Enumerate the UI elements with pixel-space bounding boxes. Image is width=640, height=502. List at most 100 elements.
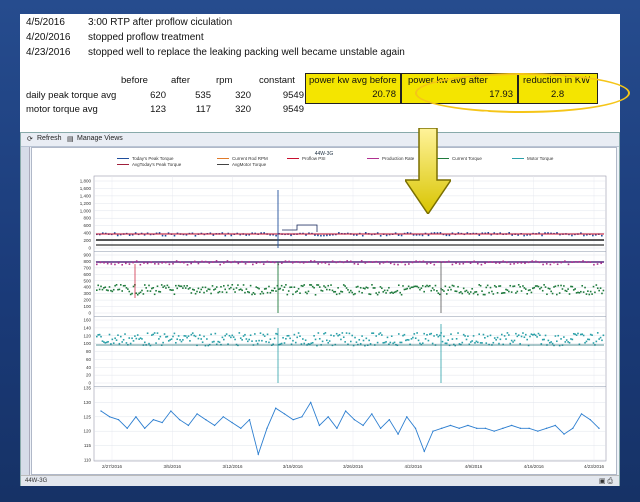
motor-torque-point xyxy=(199,334,201,336)
current-torque-point xyxy=(416,285,418,288)
motor-torque-series-point xyxy=(126,427,128,430)
motor-torque-point xyxy=(318,337,321,340)
motor-torque-point xyxy=(138,338,140,340)
current-torque-point xyxy=(396,289,399,292)
motor-torque-point xyxy=(393,341,396,344)
current-torque-point xyxy=(382,291,385,293)
motor-torque-point xyxy=(532,334,534,336)
y-tick-label: 160 xyxy=(83,318,91,323)
y-tick-label: 700 xyxy=(83,265,91,270)
current-torque-point xyxy=(532,287,534,290)
current-torque-point xyxy=(269,291,272,294)
motor-torque-point xyxy=(211,341,214,343)
motor-torque-point xyxy=(210,333,212,336)
current-torque-point xyxy=(359,286,362,289)
motor-torque-point xyxy=(450,333,452,335)
current-torque-point xyxy=(484,293,486,296)
motor-torque-point xyxy=(119,335,122,338)
motor-torque-point xyxy=(193,334,195,337)
production-point xyxy=(564,260,566,262)
motor-torque-point xyxy=(231,334,234,337)
motor-torque-series-point xyxy=(589,418,591,421)
motor-torque-point xyxy=(430,332,433,335)
production-point xyxy=(433,263,436,266)
current-torque-point xyxy=(310,284,313,286)
current-torque-point xyxy=(330,284,332,286)
motor-torque-point xyxy=(596,332,599,334)
current-torque-point xyxy=(149,290,152,292)
manage-views-icon[interactable]: ▤ xyxy=(67,135,74,143)
refresh-button[interactable]: Refresh xyxy=(37,135,62,142)
current-torque-point xyxy=(328,288,331,291)
current-torque-point xyxy=(481,290,483,292)
refresh-icon[interactable]: ⟳ xyxy=(27,135,33,143)
current-torque-point xyxy=(385,292,387,294)
motor-torque-point xyxy=(390,335,393,337)
current-torque-point xyxy=(258,287,260,290)
current-torque-point xyxy=(362,287,365,290)
manage-views-button[interactable]: Manage Views xyxy=(77,135,123,142)
motor-torque-series-point xyxy=(292,418,294,421)
motor-torque-point xyxy=(134,335,136,337)
current-torque-point xyxy=(524,288,527,290)
current-torque-point xyxy=(519,286,521,288)
current-torque-point xyxy=(558,292,561,294)
motor-torque-point xyxy=(330,334,332,337)
current-torque-point xyxy=(337,287,339,289)
current-torque-point xyxy=(176,287,179,290)
current-torque-point xyxy=(231,284,234,286)
motor-torque-series-point xyxy=(318,424,321,427)
motor-torque-point xyxy=(572,332,575,335)
motor-torque-point xyxy=(372,332,375,334)
motor-torque-point xyxy=(464,335,466,337)
motor-torque-series-point xyxy=(336,427,338,430)
motor-torque-point xyxy=(386,336,389,339)
current-torque-point xyxy=(324,286,327,289)
motor-torque-point xyxy=(381,334,383,336)
motor-torque-point xyxy=(358,338,361,341)
current-torque-point xyxy=(170,289,173,291)
y-tick-label: 1,200 xyxy=(80,201,92,206)
current-torque-point xyxy=(430,289,433,292)
motor-torque-series-point xyxy=(537,430,539,432)
current-torque-point xyxy=(556,293,558,296)
motor-torque-series-point xyxy=(187,424,190,427)
current-torque-point xyxy=(410,286,413,289)
motor-torque-point xyxy=(256,342,259,345)
motor-torque-point xyxy=(563,336,565,338)
motor-torque-point xyxy=(503,335,506,337)
peak-torque-point xyxy=(433,232,436,234)
note-text: stopped proflow treatment xyxy=(88,32,204,43)
motor-torque-point xyxy=(217,340,219,343)
production-point xyxy=(458,263,461,265)
motor-torque-point xyxy=(136,334,139,336)
current-torque-point xyxy=(472,292,475,295)
current-torque-point xyxy=(388,286,390,289)
current-torque-point xyxy=(194,292,197,295)
x-tick-label: 3/5/2016 xyxy=(163,464,181,469)
current-torque-point xyxy=(184,287,187,289)
export-icons[interactable]: ▣ ⎙ xyxy=(599,477,613,486)
current-torque-point xyxy=(450,288,452,291)
current-torque-point xyxy=(248,291,250,294)
side-panel-tab[interactable] xyxy=(21,147,30,475)
col-header-after: after xyxy=(171,75,191,86)
current-torque-point xyxy=(464,290,466,293)
current-torque-point xyxy=(266,291,269,294)
y-tick-label: 1,400 xyxy=(80,193,92,198)
motor-torque-point xyxy=(510,339,513,342)
x-tick-label: 4/23/2016 xyxy=(584,464,605,469)
current-torque-point xyxy=(444,285,447,288)
motor-torque-point xyxy=(317,332,320,334)
current-torque-point xyxy=(300,284,303,287)
motor-torque-point xyxy=(311,341,314,344)
motor-torque-point xyxy=(228,334,231,337)
current-torque-point xyxy=(601,292,603,295)
motor-torque-point xyxy=(172,335,174,338)
motor-torque-point xyxy=(245,338,248,340)
motor-torque-point xyxy=(111,338,114,341)
motor-torque-point xyxy=(371,332,373,335)
motor-torque-point xyxy=(469,341,472,343)
motor-torque-series-point xyxy=(170,410,172,412)
peak-torque-point xyxy=(406,232,409,234)
